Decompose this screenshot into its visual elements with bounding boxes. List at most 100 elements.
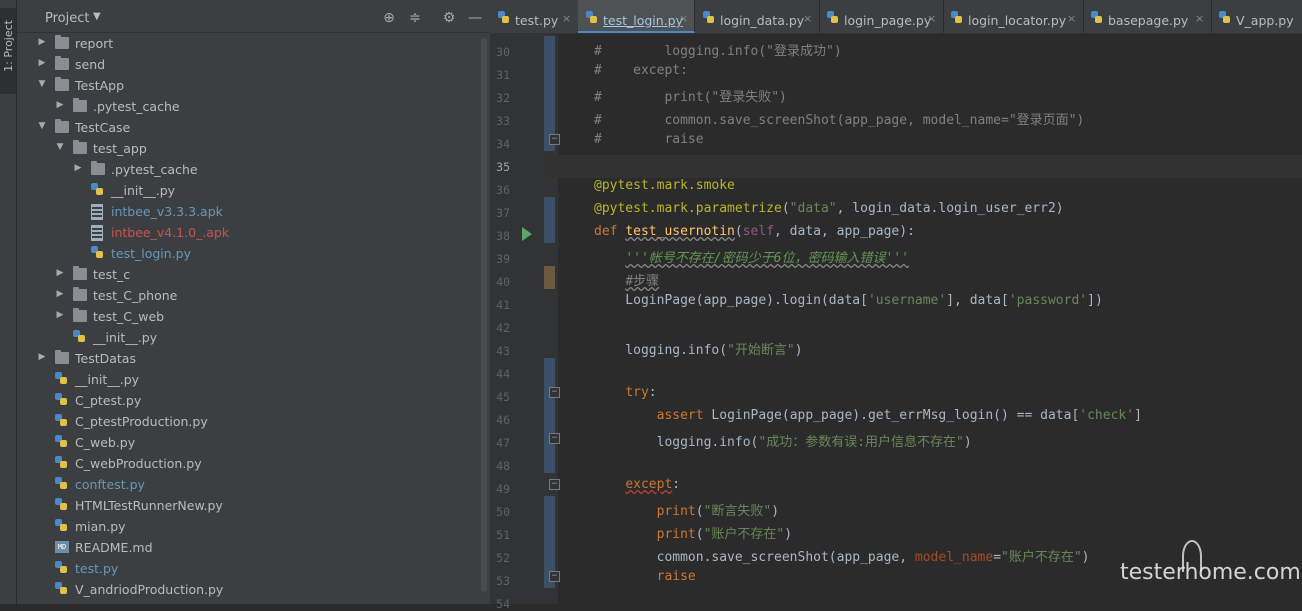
- project-view-selector[interactable]: Project: [45, 11, 89, 26]
- close-icon[interactable]: ×: [927, 12, 936, 25]
- editor-tab[interactable]: test.py ×: [490, 0, 579, 33]
- tree-item[interactable]: __init__.py: [17, 180, 490, 201]
- editor-tab[interactable]: login_data.py ×: [695, 0, 820, 33]
- tree-item[interactable]: conftest.py: [17, 474, 490, 495]
- gear-icon[interactable]: ⚙: [441, 10, 457, 26]
- expand-arrow-icon[interactable]: ▼: [37, 79, 47, 89]
- tree-item[interactable]: C_ptestProduction.py: [17, 411, 490, 432]
- vcs-change-marker[interactable]: [544, 197, 555, 243]
- close-icon[interactable]: ×: [562, 12, 571, 25]
- editor-tab-label: test_login.py: [603, 13, 684, 28]
- tree-item[interactable]: ▶ .pytest_cache: [17, 96, 490, 117]
- close-icon[interactable]: ×: [1067, 12, 1076, 25]
- tree-item[interactable]: intbee_v3.3.3.apk: [17, 201, 490, 222]
- project-panel-header: Project ▼ ⊕ ≑ ⚙ —: [17, 0, 490, 33]
- fold-marker-icon[interactable]: −: [549, 134, 560, 145]
- vcs-modified-marker[interactable]: [544, 266, 555, 289]
- code-line[interactable]: @pytest.mark.smoke: [594, 178, 735, 193]
- tree-item[interactable]: V_andriodProduction.py: [17, 579, 490, 600]
- code-line[interactable]: logging.info("开始断言"): [594, 339, 802, 358]
- collapse-arrow-icon[interactable]: ▶: [37, 58, 47, 68]
- tree-item[interactable]: ▶ send: [17, 54, 490, 75]
- code-token: logging.info(: [594, 435, 759, 450]
- tree-item[interactable]: test_login.py: [17, 243, 490, 264]
- tree-item-label: send: [75, 57, 106, 72]
- tree-item-label: C_web.py: [75, 435, 136, 450]
- code-line[interactable]: except:: [594, 477, 680, 492]
- code-line[interactable]: # logging.info("登录成功"): [594, 40, 842, 59]
- fold-marker-icon[interactable]: −: [549, 479, 560, 490]
- tree-item[interactable]: C_webProduction.py: [17, 453, 490, 474]
- code-line[interactable]: try:: [594, 385, 656, 400]
- code-token: LoginPage(app_page).get_errMsg_login() =…: [711, 408, 1080, 423]
- tree-item-label: .pytest_cache: [111, 162, 198, 177]
- tree-item[interactable]: ▶ report: [17, 33, 490, 54]
- tree-item[interactable]: C_ptest.py: [17, 390, 490, 411]
- tree-item[interactable]: C_web.py: [17, 432, 490, 453]
- code-token: :: [672, 477, 681, 492]
- minimize-icon[interactable]: —: [467, 10, 483, 26]
- fold-marker-icon[interactable]: −: [549, 387, 560, 398]
- expand-arrow-icon[interactable]: ▼: [37, 121, 47, 131]
- tree-item[interactable]: ▶ test_C_web: [17, 306, 490, 327]
- collapse-arrow-icon[interactable]: ▶: [37, 352, 47, 362]
- tree-item[interactable]: __init__.py: [17, 369, 490, 390]
- tree-item[interactable]: mian.py: [17, 516, 490, 537]
- collapse-arrow-icon[interactable]: ▶: [37, 37, 47, 47]
- tree-item[interactable]: MD README.md: [17, 537, 490, 558]
- tree-item[interactable]: test.py: [17, 558, 490, 579]
- fold-marker-icon[interactable]: −: [549, 571, 560, 582]
- chevron-down-icon[interactable]: ▼: [93, 11, 101, 22]
- collapse-arrow-icon[interactable]: ▶: [55, 310, 65, 320]
- editor-tab[interactable]: login_page.py ×: [819, 0, 944, 33]
- expand-arrow-icon[interactable]: ▼: [55, 142, 65, 152]
- code-line[interactable]: '''帐号不存在/密码少于6位，密码输入错误''': [594, 247, 909, 266]
- close-icon[interactable]: ×: [1195, 12, 1204, 25]
- close-icon[interactable]: ×: [679, 12, 688, 25]
- tree-item[interactable]: HTMLTestRunnerNew.py: [17, 495, 490, 516]
- tree-item[interactable]: ▶ test_c: [17, 264, 490, 285]
- editor-tab[interactable]: basepage.py ×: [1083, 0, 1212, 33]
- tree-item[interactable]: ▼ test_app: [17, 138, 490, 159]
- code-line[interactable]: common.save_screenShot(app_page, model_n…: [594, 546, 1090, 565]
- collapse-icon[interactable]: ≑: [407, 10, 423, 26]
- code-line[interactable]: logging.info("成功：参数有误:用户信息不存在"): [594, 431, 972, 450]
- editor-tab[interactable]: login_locator.py ×: [943, 0, 1084, 33]
- code-line[interactable]: raise: [594, 569, 696, 584]
- collapse-arrow-icon[interactable]: ▶: [55, 100, 65, 110]
- collapse-arrow-icon[interactable]: ▶: [55, 289, 65, 299]
- code-token: # raise: [594, 132, 704, 147]
- code-line[interactable]: # raise: [594, 132, 704, 147]
- editor-tab[interactable]: V_app.py: [1211, 0, 1302, 33]
- vcs-change-marker[interactable]: [544, 358, 555, 473]
- tree-item[interactable]: __init__.py: [17, 327, 490, 348]
- code-line[interactable]: LoginPage(app_page).login(data['username…: [594, 293, 1102, 308]
- tree-item[interactable]: ▶ TestDatas: [17, 348, 490, 369]
- code-line[interactable]: print("账户不存在"): [594, 523, 792, 542]
- tree-item[interactable]: ▼ TestCase: [17, 117, 490, 138]
- tree-item[interactable]: ▼ TestApp: [17, 75, 490, 96]
- editor-tab[interactable]: test_login.py ×: [578, 0, 695, 33]
- collapse-arrow-icon[interactable]: ▶: [55, 268, 65, 278]
- tree-item[interactable]: ▶ .pytest_cache: [17, 159, 490, 180]
- project-tool-tab[interactable]: 1: Project: [0, 8, 16, 94]
- close-icon[interactable]: ×: [803, 12, 812, 25]
- python-file-icon: [55, 561, 67, 574]
- code-line[interactable]: def test_usernotin(self, data, app_page)…: [594, 224, 915, 239]
- code-line[interactable]: @pytest.mark.parametrize("data", login_d…: [594, 201, 1064, 216]
- tree-item[interactable]: ▶ test_C_phone: [17, 285, 490, 306]
- collapse-arrow-icon[interactable]: ▶: [73, 163, 83, 173]
- code-line[interactable]: # common.save_screenShot(app_page, model…: [594, 109, 1084, 128]
- code-line[interactable]: assert LoginPage(app_page).get_errMsg_lo…: [594, 408, 1142, 423]
- locate-icon[interactable]: ⊕: [381, 10, 397, 26]
- folder-icon: [55, 77, 69, 91]
- code-line[interactable]: #步骤: [594, 270, 659, 289]
- fold-marker-icon[interactable]: −: [549, 433, 560, 444]
- python-file-icon: [951, 11, 962, 23]
- code-line[interactable]: # print("登录失败"): [594, 86, 787, 105]
- project-scrollbar[interactable]: [481, 38, 487, 592]
- tree-item[interactable]: intbee_v4.1.0_.apk: [17, 222, 490, 243]
- code-line[interactable]: # except:: [594, 63, 688, 78]
- run-test-icon[interactable]: [522, 227, 532, 241]
- code-line[interactable]: print("断言失败"): [594, 500, 779, 519]
